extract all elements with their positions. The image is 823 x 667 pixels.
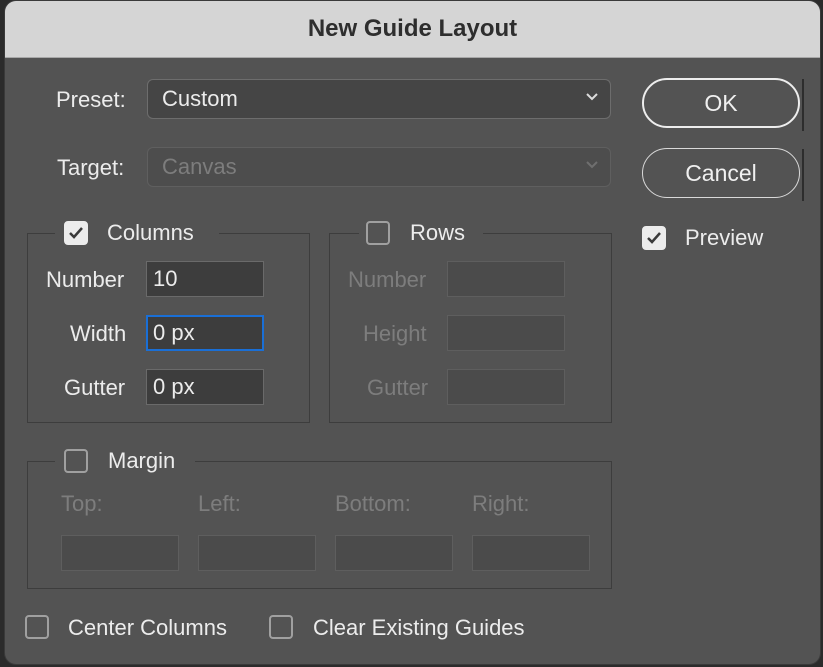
margin-left-label: Left: bbox=[198, 491, 241, 516]
margin-top-label: Top: bbox=[61, 491, 103, 516]
rows-checkbox[interactable] bbox=[366, 221, 390, 245]
margin-bottom-input bbox=[335, 535, 453, 571]
chevron-down-icon bbox=[586, 161, 598, 169]
preset-label: Preset: bbox=[56, 87, 126, 112]
margin-bottom-label: Bottom: bbox=[335, 491, 411, 516]
columns-checkbox[interactable] bbox=[64, 221, 88, 245]
columns-gutter-label: Gutter bbox=[64, 375, 126, 400]
preview-checkbox[interactable] bbox=[642, 226, 666, 250]
columns-width-label: Width bbox=[70, 321, 127, 346]
columns-label: Columns bbox=[107, 220, 194, 245]
dialog-title: New Guide Layout bbox=[307, 15, 518, 42]
cancel-button[interactable]: Cancel bbox=[642, 148, 800, 198]
preview-label: Preview bbox=[685, 225, 764, 250]
target-value: Canvas bbox=[162, 154, 237, 179]
columns-number-input[interactable]: 10 bbox=[146, 261, 264, 297]
margin-right-input bbox=[472, 535, 590, 571]
checkmark-icon bbox=[647, 232, 661, 244]
margin-label: Margin bbox=[108, 448, 176, 473]
cancel-button-edge bbox=[802, 149, 804, 201]
dialog-titlebar[interactable]: New Guide Layout bbox=[5, 1, 820, 58]
center-columns-label: Center Columns bbox=[68, 615, 227, 640]
margin-right-label: Right: bbox=[472, 491, 530, 516]
columns-number-label: Number bbox=[46, 267, 125, 292]
columns-gutter-input[interactable]: 0 px bbox=[146, 369, 264, 405]
new-guide-layout-dialog: New Guide Layout Preset: Custom Target: … bbox=[4, 0, 821, 665]
chevron-down-icon bbox=[586, 93, 598, 101]
rows-number-input bbox=[447, 261, 565, 297]
target-select: Canvas bbox=[147, 147, 611, 187]
rows-gutter-input bbox=[447, 369, 565, 405]
cancel-button-label: Cancel bbox=[685, 159, 757, 186]
ok-button-label: OK bbox=[704, 89, 738, 116]
margin-checkbox[interactable] bbox=[64, 449, 88, 473]
margin-left-input bbox=[198, 535, 316, 571]
ok-button-edge bbox=[802, 79, 804, 131]
rows-number-label: Number bbox=[348, 267, 427, 292]
columns-width-input[interactable]: 0 px bbox=[146, 315, 264, 351]
rows-height-input bbox=[447, 315, 565, 351]
checkmark-icon bbox=[69, 227, 83, 239]
clear-existing-guides-checkbox[interactable] bbox=[269, 615, 293, 639]
preset-select[interactable]: Custom bbox=[147, 79, 611, 119]
preset-value: Custom bbox=[162, 86, 238, 111]
rows-label: Rows bbox=[410, 220, 466, 245]
ok-button[interactable]: OK bbox=[642, 78, 800, 128]
rows-height-label: Height bbox=[363, 321, 427, 346]
target-label: Target: bbox=[57, 155, 125, 180]
rows-gutter-label: Gutter bbox=[367, 375, 429, 400]
clear-existing-guides-label: Clear Existing Guides bbox=[313, 615, 525, 640]
center-columns-checkbox[interactable] bbox=[25, 615, 49, 639]
margin-top-input bbox=[61, 535, 179, 571]
